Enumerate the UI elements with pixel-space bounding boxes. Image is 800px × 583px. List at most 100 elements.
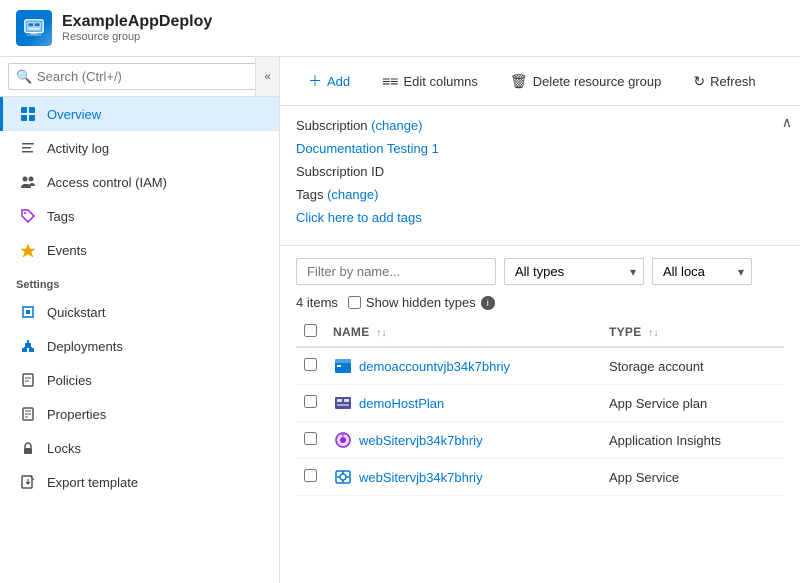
sidebar-item-label: Export template bbox=[47, 475, 138, 490]
app-icon bbox=[16, 10, 52, 46]
resource-icon-2 bbox=[333, 430, 353, 450]
row-name-cell-2: webSitervjb34k7bhriy bbox=[325, 422, 601, 459]
resource-table: NAME ↑↓ TYPE ↑↓ demoa bbox=[296, 318, 784, 496]
delete-resource-group-button[interactable]: 🗑 Delete resource group bbox=[498, 67, 673, 96]
refresh-icon: ↻ bbox=[693, 73, 705, 90]
tags-change-link[interactable]: (change) bbox=[327, 187, 378, 202]
quickstart-icon bbox=[19, 303, 37, 321]
type-sort-icon[interactable]: ↑↓ bbox=[648, 328, 659, 339]
add-icon: ＋ bbox=[308, 71, 322, 91]
sidebar-item-label: Tags bbox=[47, 209, 74, 224]
filter-locations-select[interactable]: All loca bbox=[652, 258, 752, 285]
collapse-info-button[interactable]: ∧ bbox=[782, 114, 792, 131]
table-row: demoHostPlan App Service plan bbox=[296, 385, 784, 422]
filter-locations-select-wrap: All loca bbox=[652, 258, 752, 285]
info-section: Subscription (change) Documentation Test… bbox=[280, 106, 800, 246]
subscription-value-link[interactable]: Documentation Testing 1 bbox=[296, 141, 439, 156]
show-hidden-info-icon[interactable]: i bbox=[481, 296, 495, 310]
header-checkbox-cell bbox=[296, 318, 325, 347]
toolbar: ＋ Add ≡≡ Edit columns 🗑 Delete resource … bbox=[280, 57, 800, 106]
resource-name-3: webSitervjb34k7bhriy bbox=[359, 470, 483, 485]
row-checkbox-2[interactable] bbox=[304, 432, 317, 445]
table-header-row: NAME ↑↓ TYPE ↑↓ bbox=[296, 318, 784, 347]
sidebar-item-quickstart[interactable]: Quickstart bbox=[0, 295, 279, 329]
iam-icon bbox=[19, 173, 37, 191]
app-subtitle: Resource group bbox=[62, 31, 212, 43]
sidebar-item-label: Quickstart bbox=[47, 305, 106, 320]
row-checkbox-0[interactable] bbox=[304, 358, 317, 371]
tags-add-link[interactable]: Click here to add tags bbox=[296, 210, 422, 225]
delete-icon: 🗑 bbox=[510, 73, 528, 90]
table-row: webSitervjb34k7bhriy App Service bbox=[296, 459, 784, 496]
tags-add-row: Click here to add tags bbox=[296, 210, 784, 225]
resource-name-link-2[interactable]: webSitervjb34k7bhriy bbox=[333, 430, 593, 450]
edit-columns-button[interactable]: ≡≡ Edit columns bbox=[370, 67, 490, 95]
add-button[interactable]: ＋ Add bbox=[296, 65, 362, 97]
row-name-cell-3: webSitervjb34k7bhriy bbox=[325, 459, 601, 496]
row-type-cell-3: App Service bbox=[601, 459, 784, 496]
sidebar-item-tags[interactable]: Tags bbox=[0, 199, 279, 233]
resource-name-link-1[interactable]: demoHostPlan bbox=[333, 393, 593, 413]
show-hidden-label: Show hidden types bbox=[366, 295, 476, 310]
sidebar-item-label: Access control (IAM) bbox=[47, 175, 167, 190]
sidebar-item-label: Overview bbox=[47, 107, 101, 122]
resource-name-link-3[interactable]: webSitervjb34k7bhriy bbox=[333, 467, 593, 487]
sidebar-item-label: Deployments bbox=[47, 339, 123, 354]
sidebar-item-label: Policies bbox=[47, 373, 92, 388]
sidebar-item-overview[interactable]: Overview bbox=[0, 97, 279, 131]
row-checkbox-cell-3 bbox=[296, 459, 325, 496]
sidebar-item-label: Properties bbox=[47, 407, 106, 422]
collapse-sidebar-button[interactable]: « bbox=[255, 57, 279, 96]
sidebar-item-policies[interactable]: Policies bbox=[0, 363, 279, 397]
export-icon bbox=[19, 473, 37, 491]
resource-icon-0 bbox=[333, 356, 353, 376]
items-count-row: 4 items Show hidden types i bbox=[296, 295, 784, 310]
filter-name-input[interactable] bbox=[296, 258, 496, 285]
show-hidden-checkbox-wrap: Show hidden types i bbox=[348, 295, 495, 310]
search-icon: 🔍 bbox=[16, 69, 32, 85]
sidebar-item-events[interactable]: Events bbox=[0, 233, 279, 267]
subscription-row: Subscription (change) bbox=[296, 118, 784, 133]
select-all-checkbox[interactable] bbox=[304, 324, 317, 337]
table-row: demoaccountvjb34k7bhriy Storage account bbox=[296, 347, 784, 385]
sidebar-item-access-control[interactable]: Access control (IAM) bbox=[0, 165, 279, 199]
sidebar-item-locks[interactable]: Locks bbox=[0, 431, 279, 465]
search-input[interactable] bbox=[8, 63, 271, 90]
sidebar-nav: Overview Activity log bbox=[0, 97, 279, 583]
filter-types-select[interactable]: All types bbox=[504, 258, 644, 285]
filter-row: All types All loca bbox=[296, 258, 784, 285]
subscription-id-row: Subscription ID bbox=[296, 164, 784, 179]
settings-section-label: Settings bbox=[0, 267, 279, 295]
resource-icon-1 bbox=[333, 393, 353, 413]
content-area: ＋ Add ≡≡ Edit columns 🗑 Delete resource … bbox=[280, 57, 800, 583]
sidebar-item-export-template[interactable]: Export template bbox=[0, 465, 279, 499]
app-title: ExampleAppDeploy bbox=[62, 13, 212, 31]
show-hidden-checkbox[interactable] bbox=[348, 296, 361, 309]
subscription-change-link[interactable]: (change) bbox=[371, 118, 422, 133]
edit-columns-icon: ≡≡ bbox=[382, 73, 398, 89]
locks-icon bbox=[19, 439, 37, 457]
sidebar-item-activity-log[interactable]: Activity log bbox=[0, 131, 279, 165]
items-count: 4 items bbox=[296, 295, 338, 310]
sidebar-item-label: Locks bbox=[47, 441, 81, 456]
row-checkbox-1[interactable] bbox=[304, 395, 317, 408]
name-sort-icon[interactable]: ↑↓ bbox=[376, 328, 387, 339]
row-name-cell-0: demoaccountvjb34k7bhriy bbox=[325, 347, 601, 385]
overview-icon bbox=[19, 105, 37, 123]
events-icon bbox=[19, 241, 37, 259]
properties-icon bbox=[19, 405, 37, 423]
sidebar-item-deployments[interactable]: Deployments bbox=[0, 329, 279, 363]
row-type-cell-0: Storage account bbox=[601, 347, 784, 385]
activity-icon bbox=[19, 139, 37, 157]
sidebar-item-label: Events bbox=[47, 243, 87, 258]
subscription-id-label: Subscription ID bbox=[296, 164, 384, 179]
table-row: webSitervjb34k7bhriy Application Insight… bbox=[296, 422, 784, 459]
refresh-button[interactable]: ↻ Refresh bbox=[681, 67, 767, 96]
resource-name-link-0[interactable]: demoaccountvjb34k7bhriy bbox=[333, 356, 593, 376]
sidebar-item-label: Activity log bbox=[47, 141, 109, 156]
filter-types-select-wrap: All types bbox=[504, 258, 644, 285]
row-checkbox-3[interactable] bbox=[304, 469, 317, 482]
app-title-group: ExampleAppDeploy Resource group bbox=[62, 13, 212, 43]
sidebar-item-properties[interactable]: Properties bbox=[0, 397, 279, 431]
top-header: ExampleAppDeploy Resource group bbox=[0, 0, 800, 57]
